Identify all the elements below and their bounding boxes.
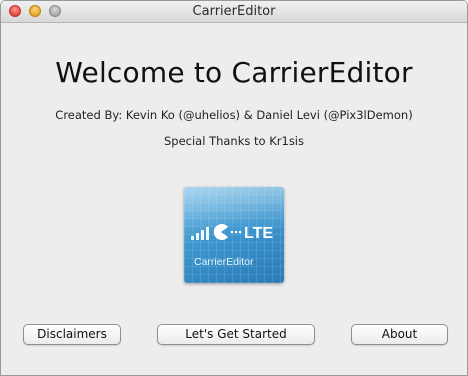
signal-bars-pacman-lte-icon: LTE <box>191 224 273 242</box>
welcome-heading: Welcome to CarrierEditor <box>55 56 413 89</box>
app-logo: LTE CarrierEditor <box>184 187 284 283</box>
window-title: CarrierEditor <box>192 4 276 19</box>
credits-text: Created By: Kevin Ko (@uhelios) & Daniel… <box>55 108 413 122</box>
app-window: CarrierEditor Welcome to CarrierEditor C… <box>0 0 468 376</box>
get-started-button[interactable]: Let's Get Started <box>157 324 315 345</box>
title-bar[interactable]: CarrierEditor <box>1 1 467 23</box>
lte-badge-text: LTE <box>244 225 273 242</box>
logo-caption: CarrierEditor <box>194 256 254 268</box>
disclaimers-button[interactable]: Disclaimers <box>23 324 121 345</box>
about-button[interactable]: About <box>351 324 448 345</box>
special-thanks-text: Special Thanks to Kr1sis <box>163 134 304 148</box>
